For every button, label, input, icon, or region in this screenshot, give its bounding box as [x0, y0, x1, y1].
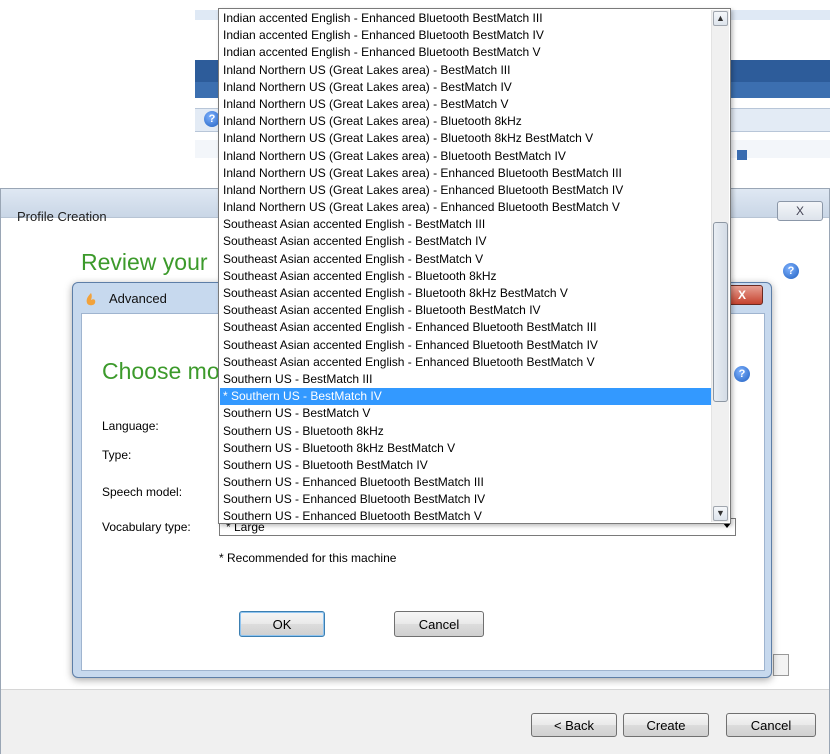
dropdown-item-selected[interactable]: * Southern US - BestMatch IV: [220, 388, 712, 406]
dropdown-item[interactable]: Indian accented English - Enhanced Bluet…: [220, 27, 712, 44]
dropdown-item[interactable]: Southeast Asian accented English - Enhan…: [220, 354, 712, 371]
dropdown-item[interactable]: Inland Northern US (Great Lakes area) - …: [220, 79, 712, 96]
dropdown-item[interactable]: Southeast Asian accented English - BestM…: [220, 216, 712, 233]
dialog-heading: Choose mo: [102, 358, 220, 384]
dropdown-item[interactable]: Inland Northern US (Great Lakes area) - …: [220, 113, 712, 130]
dropdown-item[interactable]: Southern US - Enhanced Bluetooth BestMat…: [220, 491, 712, 508]
speech-model-dropdown-list[interactable]: Indian accented English - Enhanced Bluet…: [218, 8, 731, 524]
hidden-button-edge: [773, 654, 789, 676]
dropdown-item[interactable]: Inland Northern US (Great Lakes area) - …: [220, 130, 712, 147]
dropdown-item[interactable]: Southeast Asian accented English - BestM…: [220, 233, 712, 250]
dropdown-item[interactable]: Inland Northern US (Great Lakes area) - …: [220, 182, 712, 199]
dropdown-item[interactable]: Inland Northern US (Great Lakes area) - …: [220, 96, 712, 113]
scroll-thumb[interactable]: [713, 222, 728, 402]
window-title: Profile Creation: [17, 209, 107, 224]
scroll-up-button[interactable]: ▲: [713, 11, 728, 26]
dropdown-item[interactable]: Southeast Asian accented English - Enhan…: [220, 319, 712, 336]
dragon-logo-icon: [86, 293, 96, 306]
dropdown-item[interactable]: Southern US - Bluetooth BestMatch IV: [220, 457, 712, 474]
dropdown-item[interactable]: Southern US - BestMatch III: [220, 371, 712, 388]
speech-model-label: Speech model:: [102, 485, 183, 499]
dropdown-item[interactable]: Southern US - BestMatch V: [220, 405, 712, 422]
dropdown-item[interactable]: Inland Northern US (Great Lakes area) - …: [220, 62, 712, 79]
help-icon[interactable]: ?: [783, 263, 799, 279]
dropdown-item[interactable]: Southern US - Bluetooth 8kHz BestMatch V: [220, 440, 712, 457]
close-icon: X: [795, 204, 804, 218]
ok-button[interactable]: OK: [239, 611, 325, 637]
dropdown-item[interactable]: Inland Northern US (Great Lakes area) - …: [220, 165, 712, 182]
dropdown-item[interactable]: Inland Northern US (Great Lakes area) - …: [220, 199, 712, 216]
dropdown-item[interactable]: Southern US - Enhanced Bluetooth BestMat…: [220, 508, 712, 525]
dropdown-item[interactable]: Inland Northern US (Great Lakes area) - …: [220, 148, 712, 165]
dropdown-scrollbar[interactable]: ▲ ▼: [711, 10, 729, 522]
dropdown-item[interactable]: Indian accented English - Enhanced Bluet…: [220, 10, 712, 27]
language-label: Language:: [102, 419, 159, 433]
dropdown-item[interactable]: Southeast Asian accented English - BestM…: [220, 251, 712, 268]
dropdown-item[interactable]: Indian accented English - Enhanced Bluet…: [220, 44, 712, 61]
dropdown-items: Indian accented English - Enhanced Bluet…: [220, 10, 712, 526]
profile-footer: < Back Create Cancel: [1, 689, 829, 754]
scroll-down-button[interactable]: ▼: [713, 506, 728, 521]
help-icon[interactable]: ?: [734, 366, 750, 382]
vocabulary-type-label: Vocabulary type:: [102, 520, 191, 534]
close-button[interactable]: X: [777, 201, 823, 221]
page-heading: Review your: [81, 249, 208, 275]
dialog-title: Advanced: [109, 291, 167, 306]
type-label: Type:: [102, 448, 132, 462]
back-button[interactable]: < Back: [531, 713, 617, 737]
create-button[interactable]: Create: [623, 713, 709, 737]
recommendation-note: * Recommended for this machine: [219, 551, 397, 565]
cancel-button[interactable]: Cancel: [726, 713, 816, 737]
dropdown-item[interactable]: Southeast Asian accented English - Bluet…: [220, 302, 712, 319]
dropdown-item[interactable]: Southern US - Bluetooth 8kHz: [220, 423, 712, 440]
dropdown-item[interactable]: Southern US - Enhanced Bluetooth BestMat…: [220, 474, 712, 491]
bg-marker: [737, 150, 747, 160]
close-icon: X: [737, 288, 746, 302]
dropdown-item[interactable]: Southeast Asian accented English - Bluet…: [220, 268, 712, 285]
dropdown-item[interactable]: Southeast Asian accented English - Bluet…: [220, 285, 712, 302]
dropdown-item[interactable]: Southeast Asian accented English - Enhan…: [220, 337, 712, 354]
dialog-cancel-button[interactable]: Cancel: [394, 611, 484, 637]
